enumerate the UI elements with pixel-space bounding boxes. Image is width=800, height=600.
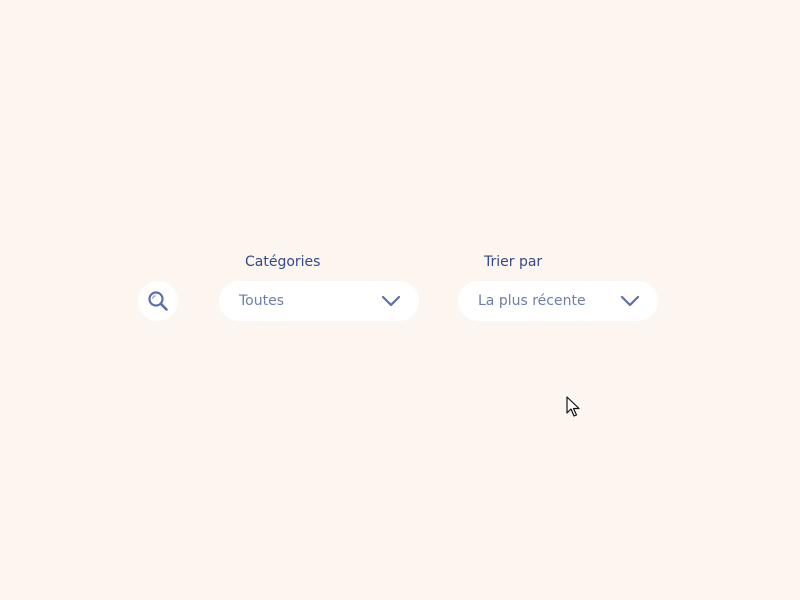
- chevron-down-icon: [381, 295, 401, 307]
- chevron-down-icon: [620, 295, 640, 307]
- search-icon: [147, 290, 169, 312]
- category-select[interactable]: Toutes: [219, 281, 419, 321]
- sort-select[interactable]: La plus récente: [458, 281, 658, 321]
- category-label: Catégories: [245, 254, 321, 270]
- category-selected-value: Toutes: [239, 293, 285, 309]
- sort-selected-value: La plus récente: [478, 293, 586, 309]
- search-button[interactable]: [138, 281, 178, 321]
- sort-label: Trier par: [484, 254, 543, 270]
- mouse-pointer-icon: [566, 396, 582, 422]
